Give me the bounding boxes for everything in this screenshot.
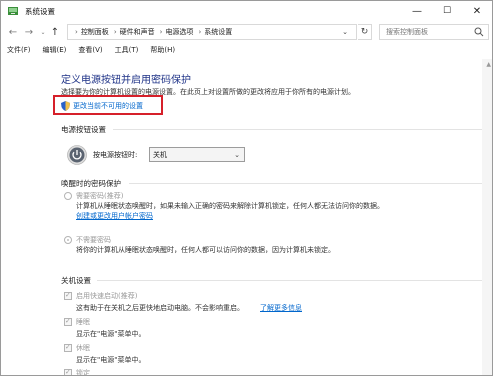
sleep-label: 睡眠: [76, 318, 90, 326]
section-divider: [97, 280, 483, 281]
chevron-down-icon: ⌄: [234, 151, 240, 159]
breadcrumb-root-icon: ›: [75, 28, 78, 36]
no-password-radio[interactable]: [64, 236, 72, 244]
power-button-label: 按电源按钮时:: [93, 151, 138, 159]
address-bar-row: ← → ⌄ ↑ › 控制面板 › 硬件和声音 › 电源选项 › 系统设置 ⌄ ↻…: [1, 21, 492, 43]
fast-startup-checkbox[interactable]: [64, 291, 72, 300]
no-password-label: 不需要密码: [76, 236, 111, 244]
hibernate-description: 显示在"电源"菜单中。: [76, 356, 146, 364]
scroll-up-arrow-icon[interactable]: ▲: [486, 61, 491, 68]
search-placeholder: 搜索控制面板: [386, 28, 428, 36]
power-icon: [67, 145, 87, 165]
hibernate-checkbox[interactable]: [64, 343, 72, 352]
vertical-scrollbar[interactable]: [482, 59, 492, 375]
change-unavailable-settings-link[interactable]: 更改当前不可用的设置: [73, 101, 143, 111]
title-bar: 系统设置 — ☐ ✕: [1, 1, 492, 21]
main-content: 定义电源按钮并启用密码保护 选择要为你的计算机设置的电源设置。在此页上对设置所做…: [1, 59, 492, 376]
minimize-button[interactable]: —: [402, 1, 432, 21]
breadcrumb-control-panel[interactable]: 控制面板: [81, 27, 109, 37]
back-arrow-icon[interactable]: ←: [7, 25, 19, 39]
learn-more-link[interactable]: 了解更多信息: [260, 303, 302, 313]
menu-bar: 文件(F) 编辑(E) 查看(V) 工具(T) 帮助(H): [1, 43, 492, 57]
forward-arrow-icon[interactable]: →: [23, 25, 35, 39]
menu-file[interactable]: 文件(F): [7, 45, 31, 55]
lock-label: 锁定: [76, 369, 90, 376]
search-input[interactable]: 搜索控制面板: [379, 24, 489, 40]
menu-tools[interactable]: 工具(T): [115, 45, 139, 55]
section-divider: [129, 183, 483, 184]
window-title: 系统设置: [25, 7, 55, 16]
sleep-description: 显示在"电源"菜单中。: [76, 330, 146, 338]
menu-edit[interactable]: 编辑(E): [43, 45, 67, 55]
power-button-section-title: 电源按钮设置: [61, 125, 106, 134]
breadcrumb-system-settings[interactable]: 系统设置: [204, 27, 232, 37]
system-settings-window: 系统设置 — ☐ ✕ ← → ⌄ ↑ › 控制面板 › 硬件和声音 › 电源选项…: [0, 0, 493, 376]
address-dropdown-icon[interactable]: ⌄: [339, 24, 351, 40]
require-password-radio[interactable]: [64, 192, 72, 200]
require-password-label: 需要密码(推荐): [76, 192, 124, 200]
hibernate-label: 休眠: [76, 344, 90, 352]
breadcrumb-separator-icon: ›: [159, 28, 163, 36]
uac-shield-icon: [61, 101, 70, 111]
close-button[interactable]: ✕: [462, 1, 492, 21]
sleep-checkbox[interactable]: [64, 317, 72, 326]
menu-view[interactable]: 查看(V): [78, 45, 102, 55]
breadcrumb-separator-icon: ›: [198, 28, 202, 36]
wake-password-section-title: 唤醒时的密码保护: [61, 179, 121, 188]
refresh-icon[interactable]: ↻: [358, 24, 372, 40]
section-divider: [113, 129, 483, 130]
up-arrow-icon[interactable]: ↑: [49, 25, 61, 39]
breadcrumb-separator-icon: ›: [113, 28, 117, 36]
search-icon: [474, 27, 484, 37]
breadcrumb-power-options[interactable]: 电源选项: [165, 27, 193, 37]
change-settings-highlight: 更改当前不可用的设置: [53, 95, 163, 115]
require-password-description: 计算机从睡眠状态唤醒时，如果未输入正确的密码来解除计算机锁定，任何人都无法访问你…: [76, 202, 384, 210]
breadcrumb[interactable]: › 控制面板 › 硬件和声音 › 电源选项 › 系统设置: [67, 24, 357, 40]
control-panel-icon: [8, 7, 18, 15]
breadcrumb-hardware-sound[interactable]: 硬件和声音: [120, 27, 155, 37]
maximize-button[interactable]: ☐: [432, 1, 462, 21]
menu-help[interactable]: 帮助(H): [150, 45, 175, 55]
power-button-selected-value: 关机: [153, 150, 167, 159]
create-change-password-link[interactable]: 创建或更改用户帐户密码: [76, 211, 153, 221]
fast-startup-label: 启用快速启动(推荐): [76, 292, 138, 300]
shutdown-section-title: 关机设置: [61, 276, 91, 285]
no-password-description: 将你的计算机从睡眠状态唤醒时，任何人都可以访问你的数据，因为计算机未锁定。: [76, 246, 335, 254]
fast-startup-description: 这有助于在关机之后更快地启动电脑。不会影响重启。: [76, 304, 244, 312]
page-title: 定义电源按钮并启用密码保护: [61, 75, 191, 86]
recent-chevron-icon[interactable]: ⌄: [37, 25, 49, 39]
power-button-action-select[interactable]: 关机 ⌄: [149, 147, 245, 162]
lock-checkbox[interactable]: [64, 368, 72, 375]
